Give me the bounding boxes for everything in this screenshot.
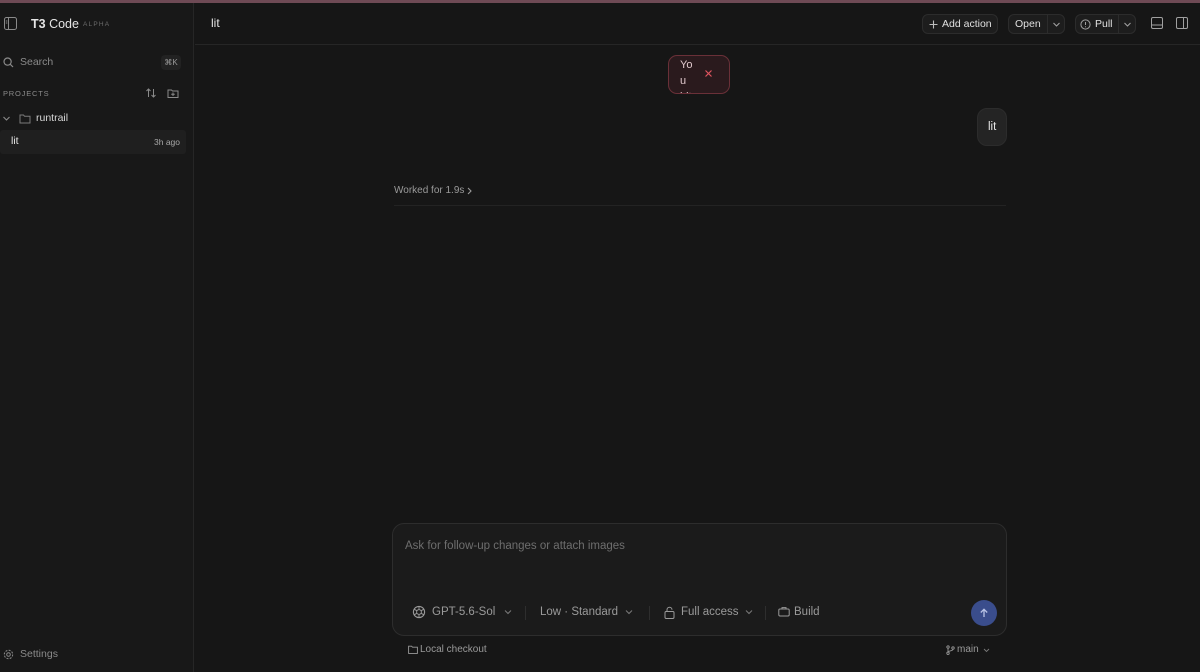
settings-label: Settings (20, 648, 58, 660)
sidebar-header: T3 Code ALPHA (0, 11, 194, 37)
error-toast: You hit y… (668, 55, 730, 94)
folder-icon (408, 645, 418, 654)
toast-message: You hit y… (680, 59, 693, 93)
search-label: Search (20, 56, 54, 68)
branch-label: main (957, 644, 979, 655)
main-header: lit Add action Open Pull (195, 3, 1200, 45)
folder-icon (19, 113, 31, 124)
close-icon[interactable] (704, 69, 713, 78)
chevron-down-icon (983, 647, 990, 654)
new-folder-icon[interactable] (167, 87, 179, 99)
right-panel-toggle-icon[interactable] (1176, 17, 1188, 29)
sidebar-search[interactable]: Search ⌘K (0, 54, 194, 74)
thread-time: 3h ago (154, 137, 180, 147)
branch-selector[interactable]: main (946, 643, 996, 659)
add-action-button[interactable]: Add action (922, 14, 998, 34)
project-item-runtrail[interactable]: runtrail (0, 109, 194, 129)
gear-icon (3, 649, 14, 660)
divider (525, 606, 526, 620)
open-button[interactable]: Open (1008, 14, 1065, 34)
access-selector[interactable]: Full access (664, 603, 756, 623)
openai-icon (412, 605, 426, 619)
chevron-down-icon (504, 608, 512, 616)
composer[interactable]: Ask for follow-up changes or attach imag… (392, 523, 1007, 636)
effort-label: Low · Standard (540, 606, 618, 618)
divider (1047, 15, 1048, 33)
checkout-label: Local checkout (420, 644, 487, 655)
plus-icon (929, 20, 938, 29)
open-label: Open (1015, 18, 1041, 30)
model-label: GPT-5.6-Sol (432, 606, 496, 618)
thread-title: lit (11, 135, 19, 147)
add-action-label: Add action (942, 18, 992, 30)
user-message-bubble: lit (977, 108, 1007, 146)
divider (394, 205, 1006, 206)
sort-icon[interactable] (145, 87, 157, 99)
git-branch-icon (946, 645, 955, 655)
chevron-down-icon (745, 608, 753, 616)
composer-input[interactable]: Ask for follow-up changes or attach imag… (405, 540, 625, 552)
lock-icon (664, 606, 675, 619)
chevron-right-icon[interactable] (466, 187, 473, 195)
effort-selector[interactable]: Low · Standard (540, 603, 640, 623)
projects-heading: PROJECTS (3, 89, 50, 98)
alpha-badge: ALPHA (83, 21, 111, 28)
briefcase-icon (778, 606, 790, 617)
app-brand: T3 Code (31, 17, 79, 31)
worked-summary[interactable]: Worked for 1.9s (394, 185, 464, 196)
thread-item-lit[interactable]: lit 3h ago (0, 130, 186, 154)
divider (765, 606, 766, 620)
access-label: Full access (681, 606, 739, 618)
search-icon (3, 57, 14, 68)
chevron-down-icon[interactable] (1052, 20, 1061, 29)
model-selector[interactable]: GPT-5.6-Sol (412, 603, 522, 623)
info-circle-icon (1080, 19, 1091, 30)
project-name: runtrail (36, 112, 69, 124)
user-message-text: lit (988, 121, 997, 133)
sidebar: T3 Code ALPHA Search ⌘K PROJECTS runtrai… (0, 3, 194, 672)
page-title: lit (211, 16, 220, 30)
search-shortcut: ⌘K (161, 55, 181, 70)
send-button[interactable] (971, 600, 997, 626)
divider (649, 606, 650, 620)
pull-label: Pull (1095, 18, 1113, 30)
divider (1118, 15, 1119, 33)
settings-button[interactable]: Settings (0, 646, 194, 666)
bottom-panel-toggle-icon[interactable] (1151, 17, 1163, 29)
mode-selector[interactable]: Build (778, 603, 828, 623)
chevron-down-icon (2, 114, 11, 123)
sidebar-toggle-icon[interactable] (4, 17, 18, 31)
chevron-down-icon[interactable] (1123, 20, 1132, 29)
mode-label: Build (794, 606, 820, 618)
pull-button[interactable]: Pull (1075, 14, 1136, 34)
chevron-down-icon (625, 608, 633, 616)
